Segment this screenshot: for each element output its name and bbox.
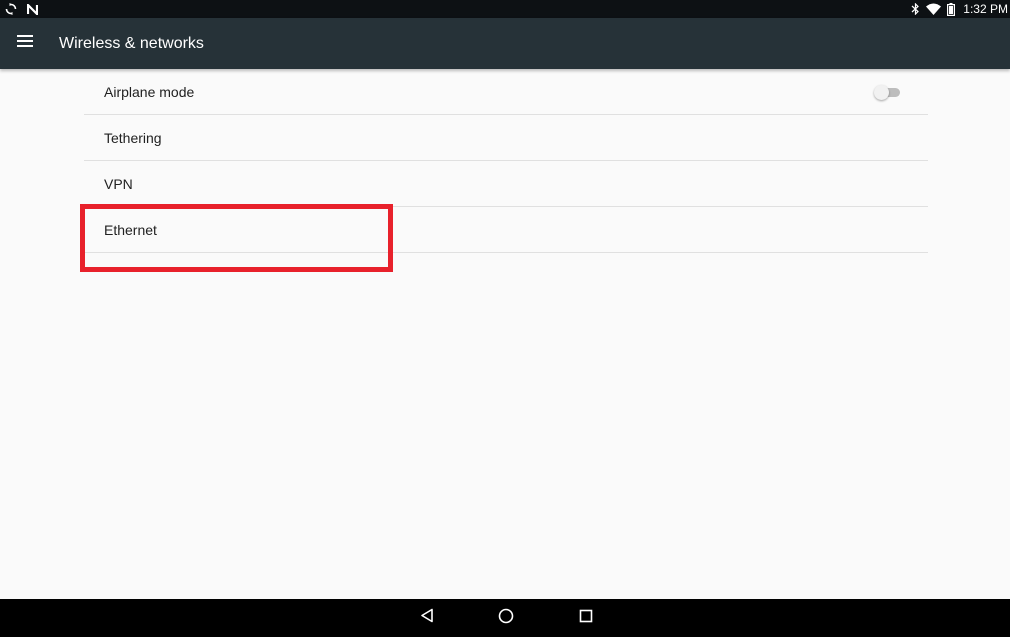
system-nav-bar [0, 599, 1010, 637]
back-button[interactable] [415, 606, 439, 630]
navigation-menu-button[interactable] [8, 26, 42, 60]
toggle-thumb [874, 85, 889, 100]
app-toolbar: Wireless & networks [0, 18, 1010, 69]
pref-label: Tethering [104, 130, 162, 146]
status-right-icons: 1:32 PM [911, 0, 1010, 18]
n-notification-icon [27, 3, 38, 15]
status-left-icons [5, 2, 38, 16]
pref-tethering[interactable]: Tethering [84, 115, 928, 161]
bluetooth-icon [911, 3, 920, 15]
page-title: Wireless & networks [59, 35, 204, 52]
recents-icon [579, 609, 593, 628]
battery-icon [947, 2, 956, 16]
recents-button[interactable] [574, 606, 598, 630]
airplane-mode-toggle[interactable] [874, 85, 900, 100]
pref-label: Ethernet [104, 222, 157, 238]
status-bar: 1:32 PM [0, 0, 1010, 18]
home-icon [498, 608, 514, 629]
home-button[interactable] [494, 606, 518, 630]
back-icon [420, 608, 434, 628]
hamburger-menu-icon [17, 34, 33, 52]
pref-label: Airplane mode [104, 84, 195, 100]
pref-airplane-mode[interactable]: Airplane mode [84, 69, 928, 115]
pref-ethernet[interactable]: Ethernet [84, 207, 928, 253]
wifi-icon [926, 3, 942, 15]
settings-content: Airplane mode Tethering VPN Ethernet [0, 69, 1010, 599]
pref-vpn[interactable]: VPN [84, 161, 928, 207]
sync-icon [5, 3, 17, 15]
status-clock: 1:32 PM [963, 2, 1008, 16]
preference-list: Airplane mode Tethering VPN Ethernet [84, 69, 928, 253]
pref-label: VPN [104, 176, 133, 192]
